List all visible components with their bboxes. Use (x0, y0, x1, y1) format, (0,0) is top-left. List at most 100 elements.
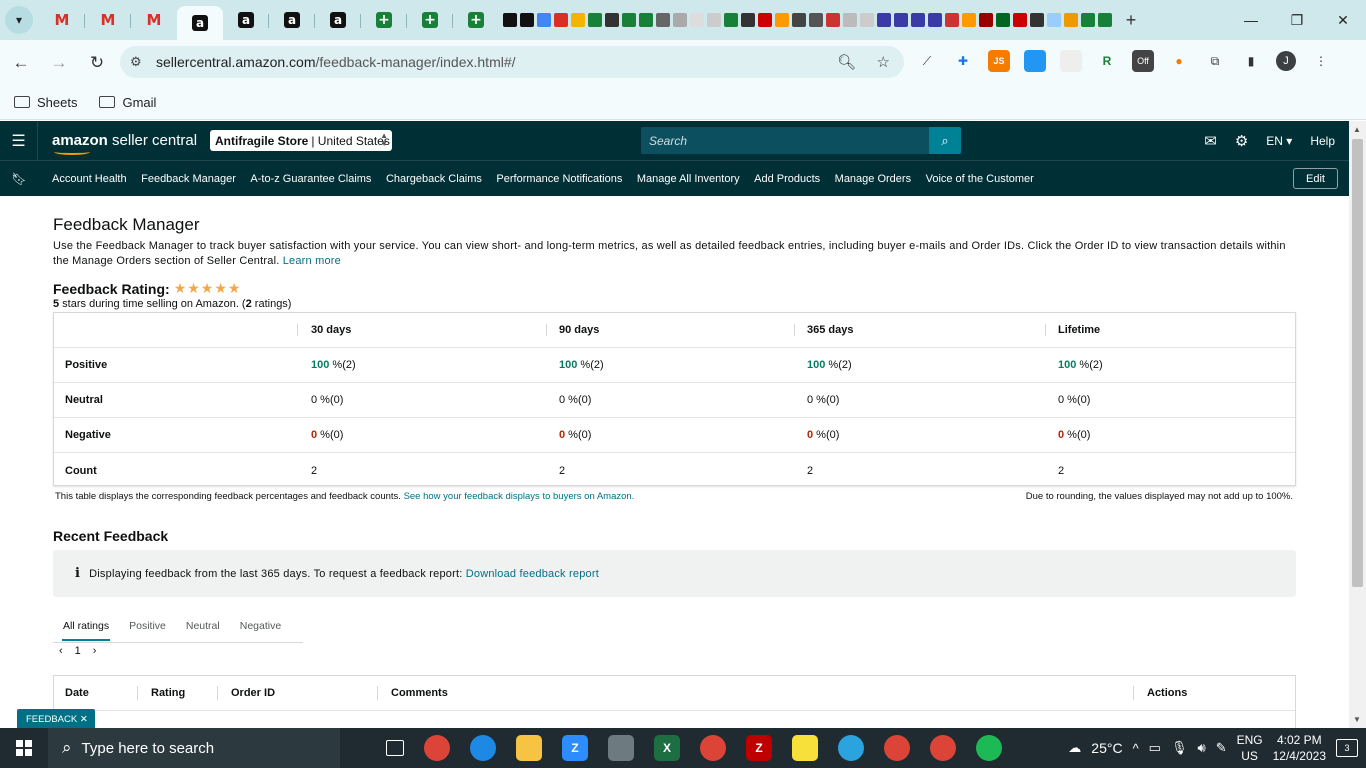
tab-gmail-2[interactable]: M (85, 4, 131, 36)
plus-app-icon[interactable] (1081, 13, 1095, 27)
restore-icon[interactable]: ❐ (1274, 0, 1320, 40)
seller-search[interactable]: Search ⌕ (641, 127, 961, 154)
amazon-icon[interactable] (520, 13, 534, 27)
battery-icon[interactable]: ▭ (1149, 740, 1161, 756)
n-icon[interactable] (979, 13, 993, 27)
nav-account-health[interactable]: Account Health (52, 173, 127, 185)
filezilla-icon[interactable]: Z (746, 735, 772, 761)
nav-voice-of-customer[interactable]: Voice of the Customer (926, 173, 1034, 185)
nav-atoz-claims[interactable]: A-to-z Guarantee Claims (250, 173, 371, 185)
list-icon[interactable] (894, 13, 908, 27)
tab-neutral[interactable]: Neutral (176, 609, 230, 643)
feedback-widget[interactable]: FEEDBACK ✕ (17, 709, 95, 728)
chevron-up-icon[interactable]: ^ (1133, 741, 1139, 756)
minimize-icon[interactable]: — (1228, 0, 1274, 40)
nav-add-products[interactable]: Add Products (754, 173, 820, 185)
edge-icon[interactable] (470, 735, 496, 761)
tab-gmail-1[interactable]: M (39, 4, 85, 36)
plus-app-icon[interactable] (622, 13, 636, 27)
plus-app-icon[interactable] (724, 13, 738, 27)
language-selector[interactable]: EN ▾ (1266, 134, 1292, 148)
tab-all-ratings[interactable]: All ratings (53, 609, 119, 643)
store-selector[interactable]: Antifragile Store | United States ▲ ▼ (210, 130, 392, 151)
clock[interactable]: 4:02 PM 12/4/2023 (1273, 732, 1326, 764)
tab-positive[interactable]: Positive (119, 609, 176, 643)
sysco-icon[interactable] (1047, 13, 1061, 27)
pen-icon[interactable]: ✎ (1216, 740, 1227, 756)
extension-icon[interactable]: ✚ (952, 50, 974, 72)
seller-central-logo[interactable]: amazon seller central (52, 132, 197, 155)
notification-icon[interactable]: 3 (1336, 739, 1358, 757)
tab-sheets-3[interactable]: + (453, 4, 499, 36)
prev-page-icon[interactable]: ‹ (59, 645, 63, 657)
gear-icon[interactable]: ⚙ (1235, 132, 1248, 150)
weather-icon[interactable]: ☁ (1068, 740, 1081, 756)
close-icon[interactable]: ✕ (80, 714, 88, 725)
reload-icon[interactable]: ↻ (80, 46, 114, 80)
drive-icon[interactable] (537, 13, 551, 27)
s-italic-icon[interactable] (843, 13, 857, 27)
help-link[interactable]: Help (1310, 134, 1335, 148)
taskbar-search[interactable]: ⌕ Type here to search (48, 728, 340, 768)
calculator-icon[interactable] (608, 735, 634, 761)
orange-icon[interactable] (775, 13, 789, 27)
s-icon[interactable] (826, 13, 840, 27)
sticky-notes-icon[interactable] (792, 735, 818, 761)
excel-icon[interactable]: X (654, 735, 680, 761)
search-input[interactable]: Search (649, 134, 687, 148)
mail-icon[interactable]: ✉ (1204, 132, 1217, 150)
profile-avatar[interactable]: J (1276, 51, 1296, 71)
bookmark-star-icon[interactable]: ☆ (877, 53, 890, 71)
buyer-display-link[interactable]: See how your feedback displays to buyers… (404, 491, 635, 502)
scroll-down-icon[interactable]: ▼ (1353, 715, 1361, 724)
clock-icon[interactable] (809, 13, 823, 27)
nav-feedback-manager[interactable]: Feedback Manager (141, 173, 236, 185)
language-indicator[interactable]: ENG US (1237, 732, 1263, 764)
chrome-icon[interactable] (424, 735, 450, 761)
tab-sheets-2[interactable]: + (407, 4, 453, 36)
chrome-icon[interactable] (700, 735, 726, 761)
blank-icon[interactable] (860, 13, 874, 27)
device-icon[interactable] (741, 13, 755, 27)
nav-performance-notifications[interactable]: Performance Notifications (496, 173, 622, 185)
zoom-icon[interactable]: 🔍︎ (837, 53, 856, 71)
tab-sheets-1[interactable]: + (361, 4, 407, 36)
tab-search-icon[interactable]: ▾ (5, 6, 33, 34)
zoom-app-icon[interactable]: Z (562, 735, 588, 761)
fedex-icon[interactable] (690, 13, 704, 27)
temperature[interactable]: 25°C (1091, 740, 1122, 756)
nav-chargeback-claims[interactable]: Chargeback Claims (386, 173, 482, 185)
telegram-icon[interactable] (838, 735, 864, 761)
blank-icon[interactable] (707, 13, 721, 27)
person-icon[interactable] (605, 13, 619, 27)
bookmark-icon[interactable]: 🔖︎ (0, 172, 38, 186)
speaker-icon[interactable]: 🔊︎ (1197, 740, 1205, 756)
circle-icon[interactable] (1030, 13, 1044, 27)
file-explorer-icon[interactable] (516, 735, 542, 761)
taskbar-search-input[interactable]: Type here to search (82, 740, 215, 757)
tab-gmail-3[interactable]: M (131, 4, 177, 36)
new-tab-button[interactable]: + (1118, 7, 1144, 33)
n-green-icon[interactable] (1098, 13, 1112, 27)
fba-extension-icon[interactable] (1024, 50, 1046, 72)
page-scrollbar[interactable]: ▲ ▼ (1349, 121, 1366, 728)
kebab-menu-icon[interactable]: ⋮ (1310, 50, 1332, 72)
url-text[interactable]: sellercentral.amazon.com/feedback-manage… (156, 54, 516, 70)
orange-icon[interactable] (962, 13, 976, 27)
spotify-icon[interactable] (976, 735, 1002, 761)
tab-amazon-2[interactable]: a (223, 4, 269, 36)
hamburger-menu-icon[interactable]: ☰ (0, 121, 38, 160)
bookmark-gmail[interactable]: Gmail (99, 95, 156, 110)
search-icon[interactable]: ⌕ (929, 127, 961, 154)
address-bar[interactable]: ⚙ sellercentral.amazon.com/feedback-mana… (120, 46, 904, 78)
c-icon[interactable] (792, 13, 806, 27)
edit-nav-button[interactable]: Edit (1293, 168, 1338, 189)
scroll-up-icon[interactable]: ▲ (1353, 125, 1361, 134)
gmail-icon[interactable] (554, 13, 568, 27)
extension-icon[interactable] (1060, 50, 1082, 72)
list-icon[interactable] (877, 13, 891, 27)
tab-amazon-4[interactable]: a (315, 4, 361, 36)
forward-icon[interactable]: → (42, 46, 76, 80)
pdf-icon[interactable] (945, 13, 959, 27)
amazon-icon[interactable] (503, 13, 517, 27)
